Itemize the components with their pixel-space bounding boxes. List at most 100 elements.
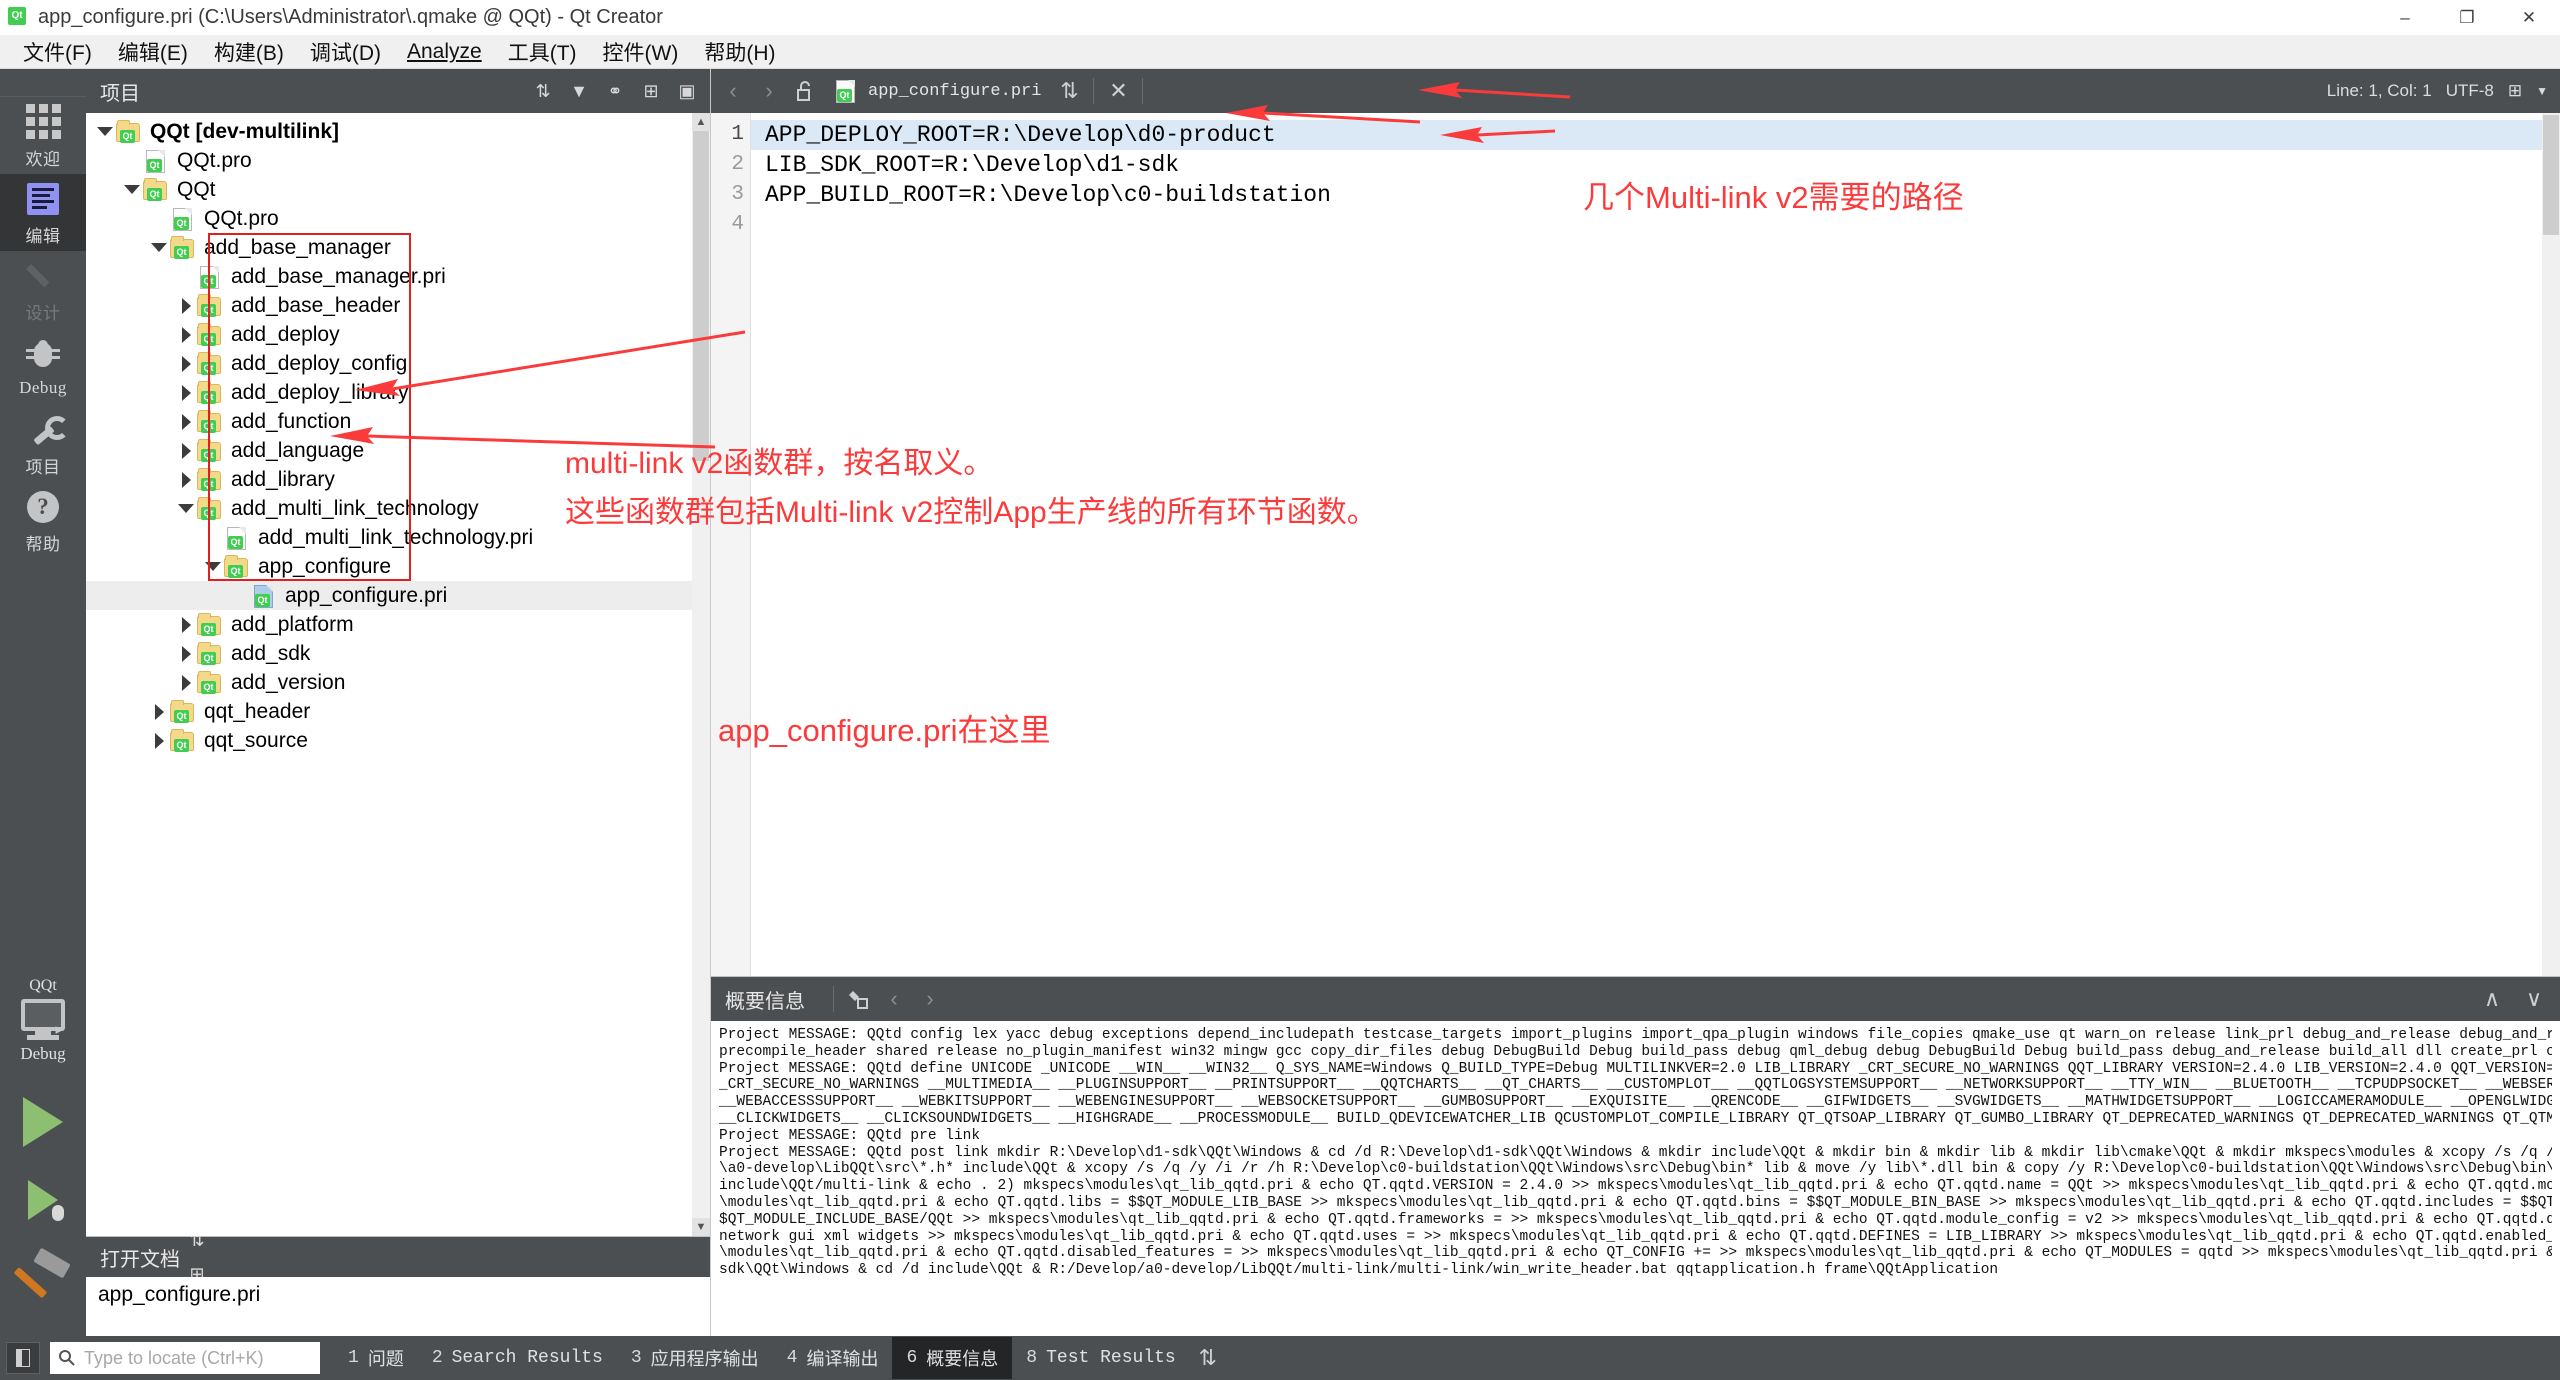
split-menu-icon[interactable]: ▼: [2536, 84, 2548, 98]
tree-item-add-multi-link-technology-pri[interactable]: Qt add_multi_link_technology.pri: [86, 523, 710, 552]
open-editor-selector[interactable]: Qt app_configure.pri: [823, 80, 1051, 103]
output-pane-tabs[interactable]: 1 问题 2 Search Results 3 应用程序输出 4 编译输出 6 概要信息 8 Test…: [334, 1337, 1190, 1379]
maximize-button[interactable]: ❐: [2436, 0, 2498, 36]
project-tree[interactable]: Qt QQt [dev-multilink] Qt QQt.pro Qt QQt Qt QQt…: [86, 113, 710, 755]
tree-item-add-base-header[interactable]: Qt add_base_header: [86, 291, 710, 320]
twisty-collapsed-icon[interactable]: [175, 320, 197, 349]
encoding-label[interactable]: UTF-8: [2446, 81, 2494, 101]
tree-item-add-function[interactable]: Qt add_function: [86, 407, 710, 436]
navigate-forward-button[interactable]: ›: [751, 73, 787, 109]
tree-scrollbar-thumb[interactable]: [693, 131, 709, 461]
twisty-collapsed-icon[interactable]: [175, 407, 197, 436]
code-line[interactable]: APP_DEPLOY_ROOT=R:\Develop\d0-product: [751, 120, 2560, 150]
mode-debug[interactable]: Debug: [0, 328, 86, 405]
list-item[interactable]: app_configure.pri: [98, 1283, 698, 1307]
tree-item-qqt-pro[interactable]: Qt QQt.pro: [86, 146, 710, 175]
project-tree-scroll[interactable]: Qt QQt [dev-multilink] Qt QQt.pro Qt QQt Qt QQt…: [86, 113, 710, 1236]
editor-scrollbar[interactable]: [2542, 113, 2560, 976]
menu-build[interactable]: 构建(B): [201, 33, 297, 71]
tree-item-add-library[interactable]: Qt add_library: [86, 465, 710, 494]
output-tab--[interactable]: 6 概要信息: [892, 1337, 1013, 1379]
tree-scrollbar[interactable]: ▲ ▼: [692, 113, 710, 1236]
tree-item-add-platform[interactable]: Qt add_platform: [86, 610, 710, 639]
tree-item-add-deploy-library[interactable]: Qt add_deploy_library: [86, 378, 710, 407]
filter-icon[interactable]: ▼: [562, 74, 596, 108]
maximize-pane-icon[interactable]: ∧: [2474, 981, 2510, 1017]
unlock-icon[interactable]: [787, 73, 823, 109]
twisty-collapsed-icon[interactable]: [175, 465, 197, 494]
editor-split-selector-icon[interactable]: ⇅: [1051, 73, 1087, 109]
output-tab-updown-icon[interactable]: ⇅: [1190, 1340, 1226, 1376]
twisty-expanded-icon[interactable]: [94, 117, 116, 146]
code-line[interactable]: APP_BUILD_ROOT=R:\Develop\c0-buildstatio…: [751, 180, 2560, 210]
mode-edit[interactable]: 编辑: [0, 174, 86, 251]
run-button[interactable]: [7, 1090, 79, 1154]
code-area[interactable]: APP_DEPLOY_ROOT=R:\Develop\d0-product LIB…: [751, 113, 2560, 976]
output-tab--[interactable]: 4 编译输出: [773, 1337, 893, 1379]
close-split-icon[interactable]: ▣: [670, 74, 704, 108]
tree-item-app-configure-pri[interactable]: Qt app_configure.pri: [86, 581, 710, 610]
locator-input[interactable]: Type to locate (Ctrl+K): [50, 1342, 320, 1374]
menu-edit[interactable]: 编辑(E): [105, 33, 201, 71]
output-tab-search-results[interactable]: 2 Search Results: [418, 1340, 617, 1376]
menu-file[interactable]: 文件(F): [10, 33, 105, 71]
code-line[interactable]: LIB_SDK_ROOT=R:\Develop\d1-sdk: [751, 150, 2560, 180]
twisty-collapsed-icon[interactable]: [175, 639, 197, 668]
tree-item-app-configure[interactable]: Qt app_configure: [86, 552, 710, 581]
close-button[interactable]: ✕: [2498, 0, 2560, 36]
tree-item-add-version[interactable]: Qt add_version: [86, 668, 710, 697]
twisty-collapsed-icon[interactable]: [175, 436, 197, 465]
tree-scrollbar-up-arrow[interactable]: ▲: [692, 113, 710, 131]
twisty-expanded-icon[interactable]: [148, 233, 170, 262]
twisty-collapsed-icon[interactable]: [175, 291, 197, 320]
twisty-expanded-icon[interactable]: [121, 175, 143, 204]
tree-item-add-base-manager-pri[interactable]: Qt add_base_manager.pri: [86, 262, 710, 291]
twisty-collapsed-icon[interactable]: [175, 610, 197, 639]
prev-item-icon[interactable]: ‹: [876, 981, 912, 1017]
menu-debug[interactable]: 调试(D): [297, 33, 394, 71]
output-tab--[interactable]: 3 应用程序输出: [617, 1337, 773, 1379]
twisty-collapsed-icon[interactable]: [175, 349, 197, 378]
menu-help[interactable]: 帮助(H): [691, 33, 788, 71]
navigate-back-button[interactable]: ‹: [715, 73, 751, 109]
build-button[interactable]: [7, 1246, 79, 1310]
tree-item-add-language[interactable]: Qt add_language: [86, 436, 710, 465]
tree-item-add-multi-link-technology[interactable]: Qt add_multi_link_technology: [86, 494, 710, 523]
editor-scrollbar-thumb[interactable]: [2543, 115, 2559, 235]
output-tab--[interactable]: 1 问题: [334, 1337, 418, 1379]
menu-analyze[interactable]: Analyze: [394, 36, 495, 68]
tree-item-qqt-pro[interactable]: Qt QQt.pro: [86, 204, 710, 233]
mode-design[interactable]: 设计: [0, 251, 86, 328]
mode-projects[interactable]: 项目: [0, 405, 86, 482]
tree-scrollbar-down-arrow[interactable]: ▼: [692, 1218, 710, 1236]
close-document-button[interactable]: ✕: [1100, 73, 1136, 109]
twisty-expanded-icon[interactable]: [202, 552, 224, 581]
sidebar-toggle-icon[interactable]: [6, 1342, 40, 1374]
link-icon[interactable]: ⚭: [598, 74, 632, 108]
tree-item-qqt[interactable]: Qt QQt: [86, 175, 710, 204]
tree-item-qqt-header[interactable]: Qt qqt_header: [86, 697, 710, 726]
split-icon[interactable]: ⊞: [634, 74, 668, 108]
tree-item-add-deploy[interactable]: Qt add_deploy: [86, 320, 710, 349]
kit-selector[interactable]: QQt ▸ Debug: [0, 977, 86, 1336]
mode-welcome[interactable]: 欢迎: [0, 97, 86, 174]
twisty-collapsed-icon[interactable]: [148, 697, 170, 726]
code-line[interactable]: [751, 210, 2560, 240]
tree-item-qqt-source[interactable]: Qt qqt_source: [86, 726, 710, 755]
sync-selection-icon[interactable]: ⇅: [526, 74, 560, 108]
twisty-collapsed-icon[interactable]: [175, 378, 197, 407]
editor-body[interactable]: 1 2 3 4 APP_DEPLOY_ROOT=R:\Develop\d0-produ…: [711, 113, 2560, 976]
tree-item-add-deploy-config[interactable]: Qt add_deploy_config: [86, 349, 710, 378]
split-editor-icon[interactable]: ⊞: [2508, 81, 2522, 101]
minimize-button[interactable]: –: [2374, 0, 2436, 36]
clear-output-icon[interactable]: [840, 981, 876, 1017]
close-pane-icon[interactable]: ∨: [2516, 981, 2552, 1017]
tree-item-qqt-dev-multilink-[interactable]: Qt QQt [dev-multilink]: [86, 117, 710, 146]
output-tab-test-results[interactable]: 8 Test Results: [1012, 1340, 1189, 1376]
menu-widgets[interactable]: 控件(W): [590, 33, 692, 71]
mode-help[interactable]: ? 帮助: [0, 482, 86, 559]
twisty-collapsed-icon[interactable]: [148, 726, 170, 755]
output-text[interactable]: Project MESSAGE: QQtd config lex yacc de…: [711, 1021, 2560, 1336]
tree-item-add-base-manager[interactable]: Qt add_base_manager: [86, 233, 710, 262]
twisty-expanded-icon[interactable]: [175, 494, 197, 523]
